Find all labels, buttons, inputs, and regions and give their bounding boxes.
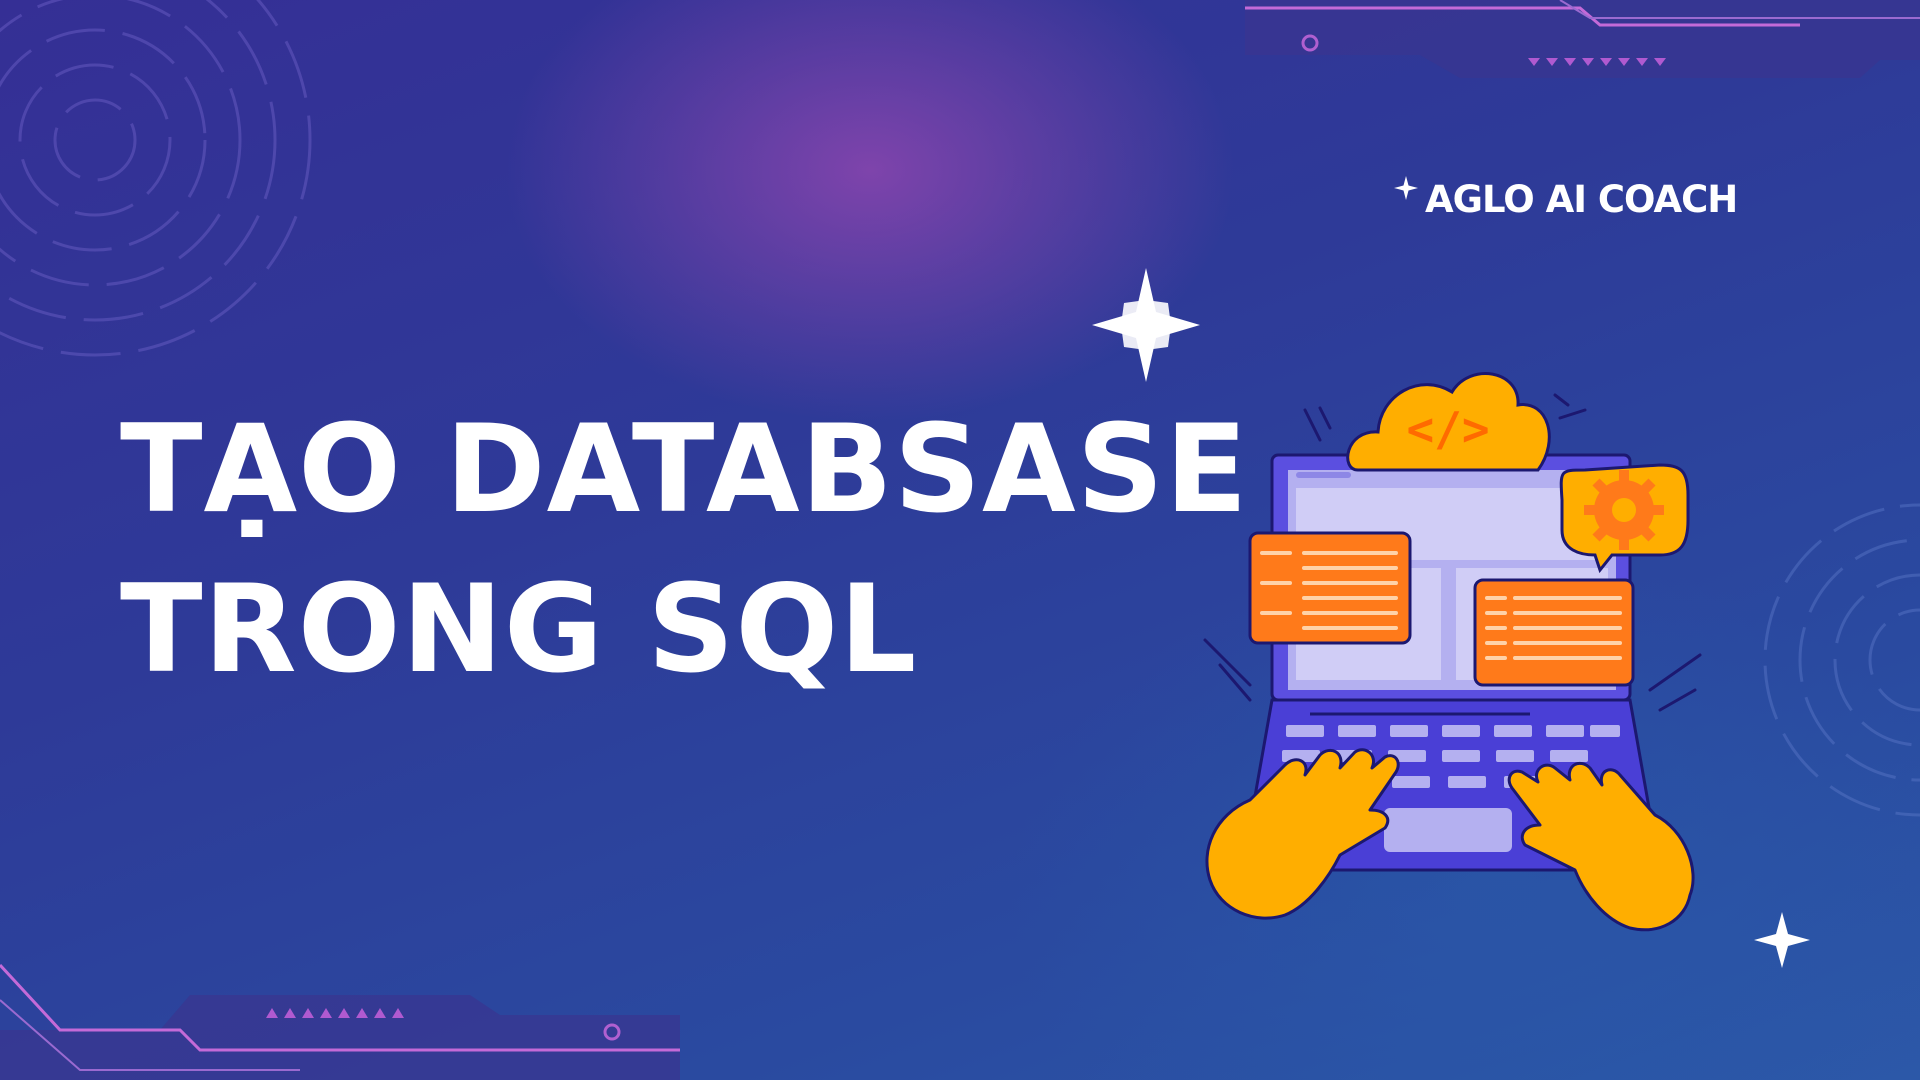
cloud-code-label: </> [1406, 402, 1489, 456]
cloud-code-icon: </> [1346, 372, 1551, 472]
laptop-illustration: </> [1203, 372, 1702, 932]
left-hand [1205, 748, 1400, 920]
touchpad [1384, 808, 1512, 852]
gear-icon [1559, 463, 1690, 574]
right-hand [1507, 761, 1695, 932]
